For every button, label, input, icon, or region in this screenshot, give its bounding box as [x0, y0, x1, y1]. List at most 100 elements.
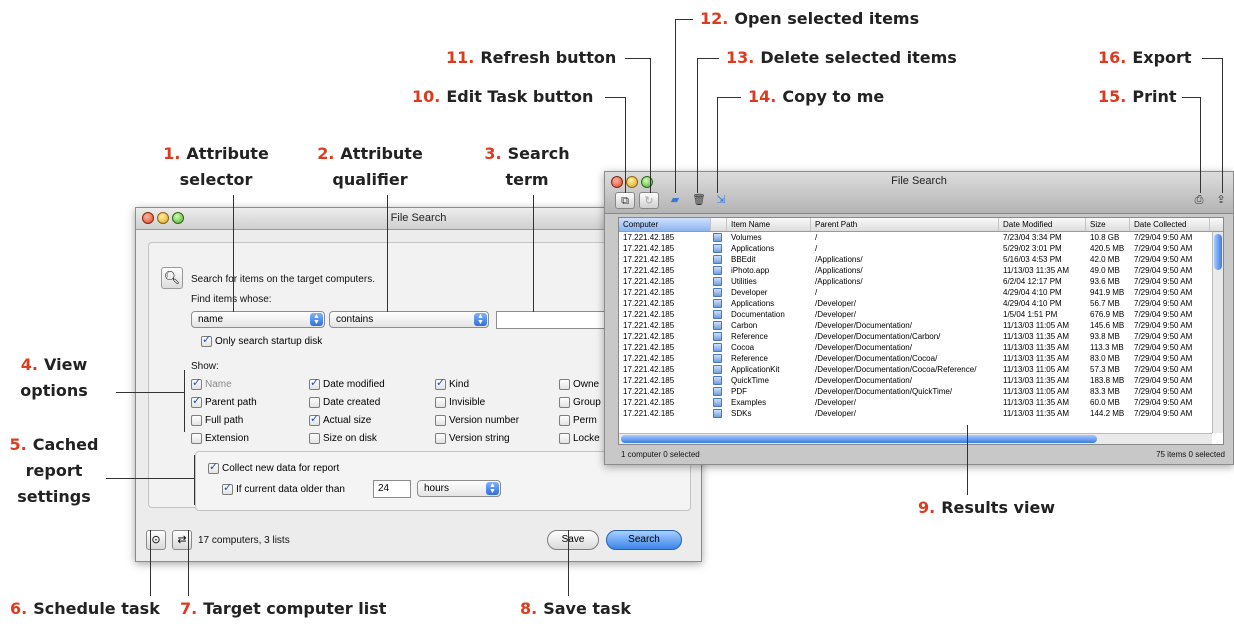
- cell-parent-path: /Developer/: [815, 299, 856, 308]
- attribute-qualifier[interactable]: contains ▲ ▼: [329, 311, 489, 328]
- folder-icon: [711, 342, 727, 353]
- older-than-checkbox[interactable]: If current data older than: [222, 482, 345, 496]
- cell-item-name: ApplicationKit: [731, 365, 780, 374]
- cell-size: 83.3 MB: [1090, 387, 1120, 396]
- folder-icon: [711, 397, 727, 408]
- column-header[interactable]: [711, 218, 727, 231]
- cell-computer: 17.221.42.185: [623, 233, 675, 242]
- table-row[interactable]: 17.221.42.185 SDKs/Developer/11/13/03 11:…: [619, 408, 1223, 419]
- folder-icon: [711, 298, 727, 309]
- column-header[interactable]: Item Name: [727, 218, 811, 231]
- horizontal-scrollbar[interactable]: [619, 433, 1212, 444]
- table-row[interactable]: 17.221.42.185 Applications / 5/29/02 3:01 P…: [619, 243, 1223, 254]
- view-option-checkbox[interactable]: Kind: [435, 377, 469, 391]
- print-button[interactable]: ⎙: [1189, 192, 1209, 209]
- selection-status-right: 75 items 0 selected: [1156, 450, 1225, 459]
- table-row[interactable]: 17.221.42.185 iPhoto.app/Applications/11/…: [619, 265, 1223, 276]
- column-header[interactable]: Size: [1086, 218, 1130, 231]
- cell-parent-path: /Developer/Documentation/Carbon/: [815, 332, 941, 341]
- results-list[interactable]: Computer Item Name Parent Path Date Modifie…: [618, 217, 1224, 445]
- startup-disk-checkbox[interactable]: Only search startup disk: [201, 334, 322, 348]
- table-row[interactable]: 17.221.42.185 Volumes / 7/23/04 3:34 PM 10.8…: [619, 232, 1223, 243]
- view-option-checkbox[interactable]: Full path: [191, 414, 243, 427]
- view-option-checkbox[interactable]: Size on disk: [309, 432, 377, 445]
- table-row[interactable]: 17.221.42.185 Reference/Developer/Documen…: [619, 331, 1223, 342]
- open-selected-items-button[interactable]: ▰: [665, 192, 685, 209]
- cell-date-collected: 7/29/04 9:50 AM: [1134, 365, 1193, 374]
- table-row[interactable]: 17.221.42.185 QuickTime/Developer/Documen…: [619, 375, 1223, 386]
- view-option-checkbox[interactable]: Extension: [191, 432, 249, 445]
- column-header[interactable]: Date Collected: [1130, 218, 1210, 231]
- callout-print: 15. Print: [1098, 87, 1177, 106]
- cell-computer: 17.221.42.185: [623, 354, 675, 363]
- older-than-value-field[interactable]: 24: [373, 480, 411, 498]
- refresh-button[interactable]: ↻: [639, 192, 659, 209]
- cell-date-collected: 7/29/04 9:50 AM: [1134, 233, 1193, 242]
- folder-icon: [713, 244, 722, 253]
- cell-date-collected: 7/29/04 9:50 AM: [1134, 376, 1193, 385]
- column-header[interactable]: Date Modified: [999, 218, 1086, 231]
- table-row[interactable]: 17.221.42.185 Utilities/Applications/6/2/…: [619, 276, 1223, 287]
- export-button[interactable]: ⇪: [1211, 192, 1231, 209]
- folder-icon: [711, 265, 727, 276]
- cell-item-name: SDKs: [731, 409, 752, 418]
- vertical-scrollbar[interactable]: [1212, 232, 1223, 433]
- callout-export: 16. Export: [1098, 48, 1192, 67]
- table-row[interactable]: 17.221.42.185 Cocoa/Developer/Documentati…: [619, 342, 1223, 353]
- callout-cached-report-settings: 5. Cached report settings: [9, 435, 99, 506]
- cell-date-collected: 7/29/04 9:50 AM: [1134, 266, 1193, 275]
- cell-date-collected: 7/29/04 9:50 AM: [1134, 409, 1193, 418]
- cell-item-name: iPhoto.app: [731, 266, 770, 275]
- cell-item-name: Documentation: [731, 310, 785, 319]
- table-row[interactable]: 17.221.42.185 Documentation/Developer/1/5…: [619, 309, 1223, 320]
- cell-size: 93.6 MB: [1090, 277, 1120, 286]
- collect-new-data-checkbox[interactable]: Collect new data for report: [208, 461, 339, 475]
- folder-icon: [711, 232, 727, 243]
- table-row[interactable]: 17.221.42.185 Examples/Developer/11/13/03…: [619, 397, 1223, 408]
- older-than-unit-selector[interactable]: hours ▲ ▼: [417, 480, 501, 497]
- view-option-checkbox[interactable]: Invisible: [435, 396, 485, 409]
- view-option-checkbox[interactable]: Version number: [435, 414, 519, 427]
- column-header[interactable]: Computer: [619, 218, 711, 231]
- cell-item-name: Examples: [731, 398, 767, 407]
- table-row[interactable]: 17.221.42.185 ApplicationKit/Developer/Do…: [619, 364, 1223, 375]
- folder-icon: [711, 309, 727, 320]
- cell-item-name: Applications: [731, 299, 775, 308]
- save-button[interactable]: Save: [547, 530, 599, 550]
- table-row[interactable]: 17.221.42.185 Applications/Developer/4/29…: [619, 298, 1223, 309]
- view-option-checkbox[interactable]: Date created: [309, 396, 380, 409]
- search-instruction: Search for items on the target computers…: [191, 274, 375, 285]
- view-option-checkbox[interactable]: Parent path: [191, 395, 257, 409]
- view-option-checkbox[interactable]: Name: [191, 377, 232, 391]
- search-button[interactable]: Search: [606, 530, 682, 550]
- vertical-scroll-thumb[interactable]: [1214, 234, 1222, 270]
- attribute-selector[interactable]: name ▲ ▼: [191, 311, 325, 328]
- view-option-checkbox[interactable]: Actual size: [309, 413, 371, 427]
- cell-date-collected: 7/29/04 9:50 AM: [1134, 244, 1193, 253]
- horizontal-scroll-thumb[interactable]: [621, 435, 1097, 443]
- table-row[interactable]: 17.221.42.185 BBEdit/Applications/5/16/03…: [619, 254, 1223, 265]
- table-row[interactable]: 17.221.42.185 PDF/Developer/Documentation…: [619, 386, 1223, 397]
- folder-icon: [713, 288, 722, 297]
- table-row[interactable]: 17.221.42.185 Reference/Developer/Documen…: [619, 353, 1223, 364]
- target-computer-list-button[interactable]: ⇄: [172, 530, 192, 550]
- cell-size: 42.0 MB: [1090, 255, 1120, 264]
- view-option-checkbox[interactable]: Locke: [559, 432, 600, 445]
- edit-task-button[interactable]: ⧉: [615, 192, 635, 209]
- table-row[interactable]: 17.221.42.185 Developer / 4/29/04 4:10 PM 94…: [619, 287, 1223, 298]
- view-option-checkbox[interactable]: Version string: [435, 432, 510, 445]
- computer-count-status: 17 computers, 3 lists: [198, 535, 290, 546]
- column-header[interactable]: Parent Path: [811, 218, 999, 231]
- cell-parent-path: /Applications/: [815, 266, 863, 275]
- copy-to-me-button[interactable]: ⇲: [711, 192, 731, 209]
- view-option-checkbox[interactable]: Owne: [559, 378, 599, 391]
- view-option-checkbox[interactable]: Group: [559, 396, 601, 409]
- view-option-checkbox[interactable]: Date modified: [309, 377, 385, 391]
- schedule-task-button[interactable]: ⊙: [146, 530, 166, 550]
- cell-computer: 17.221.42.185: [623, 277, 675, 286]
- cell-computer: 17.221.42.185: [623, 387, 675, 396]
- cell-date-modified: 11/13/03 11:35 AM: [1003, 409, 1069, 418]
- table-row[interactable]: 17.221.42.185 Carbon/Developer/Documentat…: [619, 320, 1223, 331]
- delete-selected-items-button[interactable]: 🗑︎: [689, 192, 709, 209]
- view-option-checkbox[interactable]: Perm: [559, 414, 597, 427]
